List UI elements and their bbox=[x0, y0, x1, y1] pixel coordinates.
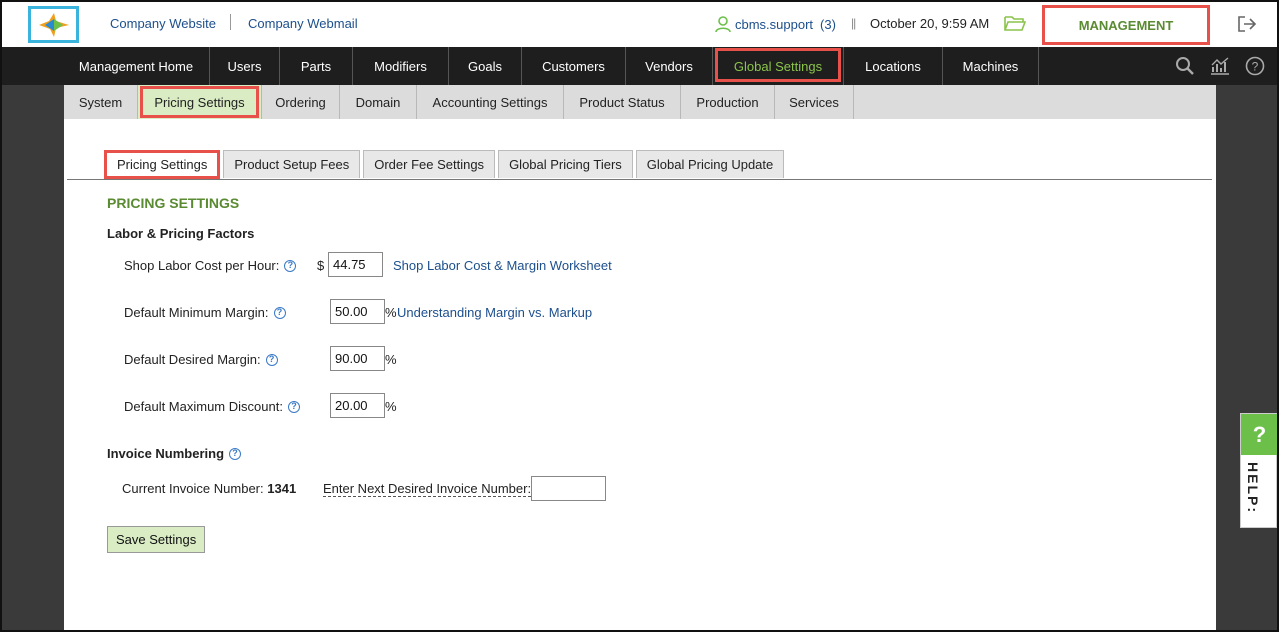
current-invoice-label: Current Invoice Number: bbox=[122, 481, 264, 496]
help-side-tab[interactable]: ? HELP: bbox=[1240, 413, 1277, 528]
current-datetime: October 20, 9:59 AM bbox=[870, 16, 990, 31]
top-bar: Company Website Company Webmail cbms.sup… bbox=[2, 2, 1277, 47]
logout-icon[interactable] bbox=[1236, 14, 1258, 37]
desired-margin-unit: % bbox=[385, 352, 397, 367]
help-question-icon: ? bbox=[1241, 414, 1277, 455]
invoice-numbering-heading: Invoice Numbering ? bbox=[107, 446, 242, 461]
nav-users[interactable]: Users bbox=[210, 47, 280, 85]
tab-product-setup-fees[interactable]: Product Setup Fees bbox=[223, 150, 361, 178]
nav-parts[interactable]: Parts bbox=[280, 47, 353, 85]
company-logo[interactable] bbox=[28, 6, 79, 43]
margin-vs-markup-link[interactable]: Understanding Margin vs. Markup bbox=[397, 305, 592, 320]
current-invoice-value: 1341 bbox=[267, 481, 297, 496]
user-count: (3) bbox=[820, 16, 836, 32]
divider bbox=[230, 14, 231, 30]
shop-labor-label-group: Shop Labor Cost per Hour: ? bbox=[124, 258, 297, 273]
desired-margin-label-group: Default Desired Margin: ? bbox=[124, 352, 278, 367]
shop-labor-help-icon[interactable]: ? bbox=[284, 259, 297, 272]
min-margin-help-icon[interactable]: ? bbox=[273, 306, 286, 319]
app-window: Company Website Company Webmail cbms.sup… bbox=[0, 0, 1279, 632]
company-logo-icon bbox=[38, 12, 69, 37]
tab-divider bbox=[67, 179, 1212, 180]
invoice-numbering-title: Invoice Numbering bbox=[107, 446, 225, 461]
content-panel: Pricing Settings Product Setup Fees Orde… bbox=[64, 119, 1216, 630]
desired-margin-input[interactable] bbox=[330, 346, 385, 371]
subnav-production[interactable]: Production bbox=[681, 85, 775, 119]
subnav-accounting-settings[interactable]: Accounting Settings bbox=[417, 85, 564, 119]
next-invoice-input[interactable] bbox=[531, 476, 606, 501]
max-discount-help-icon[interactable]: ? bbox=[287, 400, 300, 413]
management-button[interactable]: MANAGEMENT bbox=[1042, 5, 1210, 45]
nav-tools: ? bbox=[1175, 56, 1265, 76]
invoice-help-icon[interactable]: ? bbox=[229, 447, 242, 460]
tab-order-fee-settings[interactable]: Order Fee Settings bbox=[363, 150, 496, 178]
currency-symbol: $ bbox=[317, 258, 325, 273]
folder-icon[interactable] bbox=[1004, 14, 1027, 35]
min-margin-input[interactable] bbox=[330, 299, 385, 324]
subnav-ordering[interactable]: Ordering bbox=[262, 85, 340, 119]
subnav-domain[interactable]: Domain bbox=[340, 85, 417, 119]
help-label: HELP: bbox=[1245, 462, 1261, 514]
max-discount-label-group: Default Maximum Discount: ? bbox=[124, 399, 300, 414]
search-icon[interactable] bbox=[1175, 56, 1195, 76]
shop-labor-cost-input[interactable] bbox=[328, 252, 383, 277]
shop-labor-label: Shop Labor Cost per Hour: bbox=[124, 258, 280, 273]
max-discount-unit: % bbox=[385, 399, 397, 414]
nav-machines[interactable]: Machines bbox=[943, 47, 1039, 85]
company-webmail-link[interactable]: Company Webmail bbox=[248, 16, 358, 31]
subnav-product-status[interactable]: Product Status bbox=[564, 85, 681, 119]
subnav-services[interactable]: Services bbox=[775, 85, 854, 119]
nav-locations[interactable]: Locations bbox=[844, 47, 943, 85]
shop-labor-worksheet-link[interactable]: Shop Labor Cost & Margin Worksheet bbox=[393, 258, 612, 273]
main-nav: Management Home Users Parts Modifiers Go… bbox=[2, 47, 1277, 85]
nav-modifiers[interactable]: Modifiers bbox=[353, 47, 449, 85]
save-settings-button[interactable]: Save Settings bbox=[107, 526, 206, 553]
company-website-link[interactable]: Company Website bbox=[110, 16, 216, 31]
tab-global-pricing-update[interactable]: Global Pricing Update bbox=[635, 150, 785, 178]
desired-margin-help-icon[interactable]: ? bbox=[265, 353, 278, 366]
section-title: PRICING SETTINGS bbox=[107, 195, 240, 211]
nav-global-settings[interactable]: Global Settings bbox=[713, 47, 844, 85]
analytics-icon[interactable] bbox=[1209, 56, 1231, 76]
tab-pricing-settings[interactable]: Pricing Settings bbox=[104, 150, 221, 179]
tab-global-pricing-tiers[interactable]: Global Pricing Tiers bbox=[498, 150, 633, 178]
nav-customers[interactable]: Customers bbox=[522, 47, 626, 85]
desired-margin-label: Default Desired Margin: bbox=[124, 352, 261, 367]
sub-nav: System Pricing Settings Ordering Domain … bbox=[64, 85, 1216, 119]
min-margin-unit: % bbox=[385, 305, 397, 320]
nav-vendors[interactable]: Vendors bbox=[626, 47, 713, 85]
subnav-system[interactable]: System bbox=[64, 85, 138, 119]
subnav-pricing-settings[interactable]: Pricing Settings bbox=[138, 85, 262, 119]
user-icon bbox=[715, 16, 731, 33]
max-discount-label: Default Maximum Discount: bbox=[124, 399, 283, 414]
nav-goals[interactable]: Goals bbox=[449, 47, 522, 85]
user-name: cbms.support bbox=[735, 16, 814, 32]
nav-management-home[interactable]: Management Home bbox=[63, 47, 210, 85]
max-discount-input[interactable] bbox=[330, 393, 385, 418]
labor-pricing-heading: Labor & Pricing Factors bbox=[107, 226, 255, 241]
svg-text:?: ? bbox=[1252, 60, 1259, 74]
next-invoice-label: Enter Next Desired Invoice Number: bbox=[323, 481, 532, 497]
min-margin-label-group: Default Minimum Margin: ? bbox=[124, 305, 286, 320]
double-divider: || bbox=[851, 16, 856, 30]
settings-tabs: Pricing Settings Product Setup Fees Orde… bbox=[104, 150, 785, 179]
user-menu[interactable]: cbms.support (3) bbox=[714, 15, 836, 33]
current-invoice: Current Invoice Number: 1341 bbox=[122, 481, 296, 496]
help-icon[interactable]: ? bbox=[1245, 56, 1265, 76]
min-margin-label: Default Minimum Margin: bbox=[124, 305, 269, 320]
